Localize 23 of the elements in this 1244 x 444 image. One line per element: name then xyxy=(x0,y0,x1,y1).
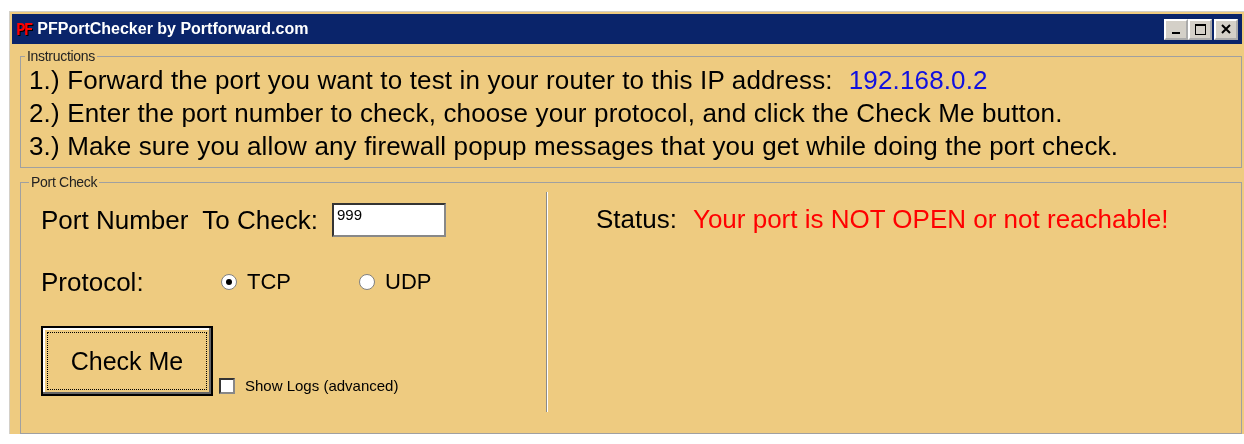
port-field[interactable]: 999 xyxy=(331,203,446,237)
status-message: Your port is NOT OPEN or not reachable! xyxy=(692,204,1169,235)
window-title: PFPortChecker by Portforward.com xyxy=(37,20,310,38)
status-label: Status: xyxy=(596,204,677,235)
ip-address: 192.168.0.2 xyxy=(848,64,988,97)
show-logs-checkbox[interactable]: Show Logs (advanced) xyxy=(219,377,399,394)
close-icon xyxy=(1221,24,1231,34)
instruction-text: 3.) Make sure you allow any firewall popup messages that you get while doing the port check. xyxy=(29,130,1119,163)
app-logo: PF xyxy=(16,19,32,39)
instruction-text: 1.) Forward the port you want to test in your router to this IP address: xyxy=(29,64,833,97)
maximize-icon xyxy=(1194,23,1206,35)
protocol-radio[interactable]: TCP xyxy=(221,269,359,295)
port-label: Port Number To Check: xyxy=(41,204,318,236)
close-button[interactable] xyxy=(1214,18,1238,40)
instruction-text: 2.) Enter the port number to check, choose your protocol, and click the Check Me button. xyxy=(29,97,1063,130)
check-me-button[interactable]: Check Me xyxy=(41,326,213,396)
minimize-button[interactable] xyxy=(1164,18,1188,40)
protocol-label: Protocol: xyxy=(41,266,145,298)
protocol-radio[interactable]: UDP xyxy=(359,269,497,295)
minimize-icon xyxy=(1172,32,1180,34)
group-title: Port Check xyxy=(29,174,100,190)
group-title: Instructions xyxy=(25,48,97,64)
maximize-button[interactable] xyxy=(1188,18,1212,40)
